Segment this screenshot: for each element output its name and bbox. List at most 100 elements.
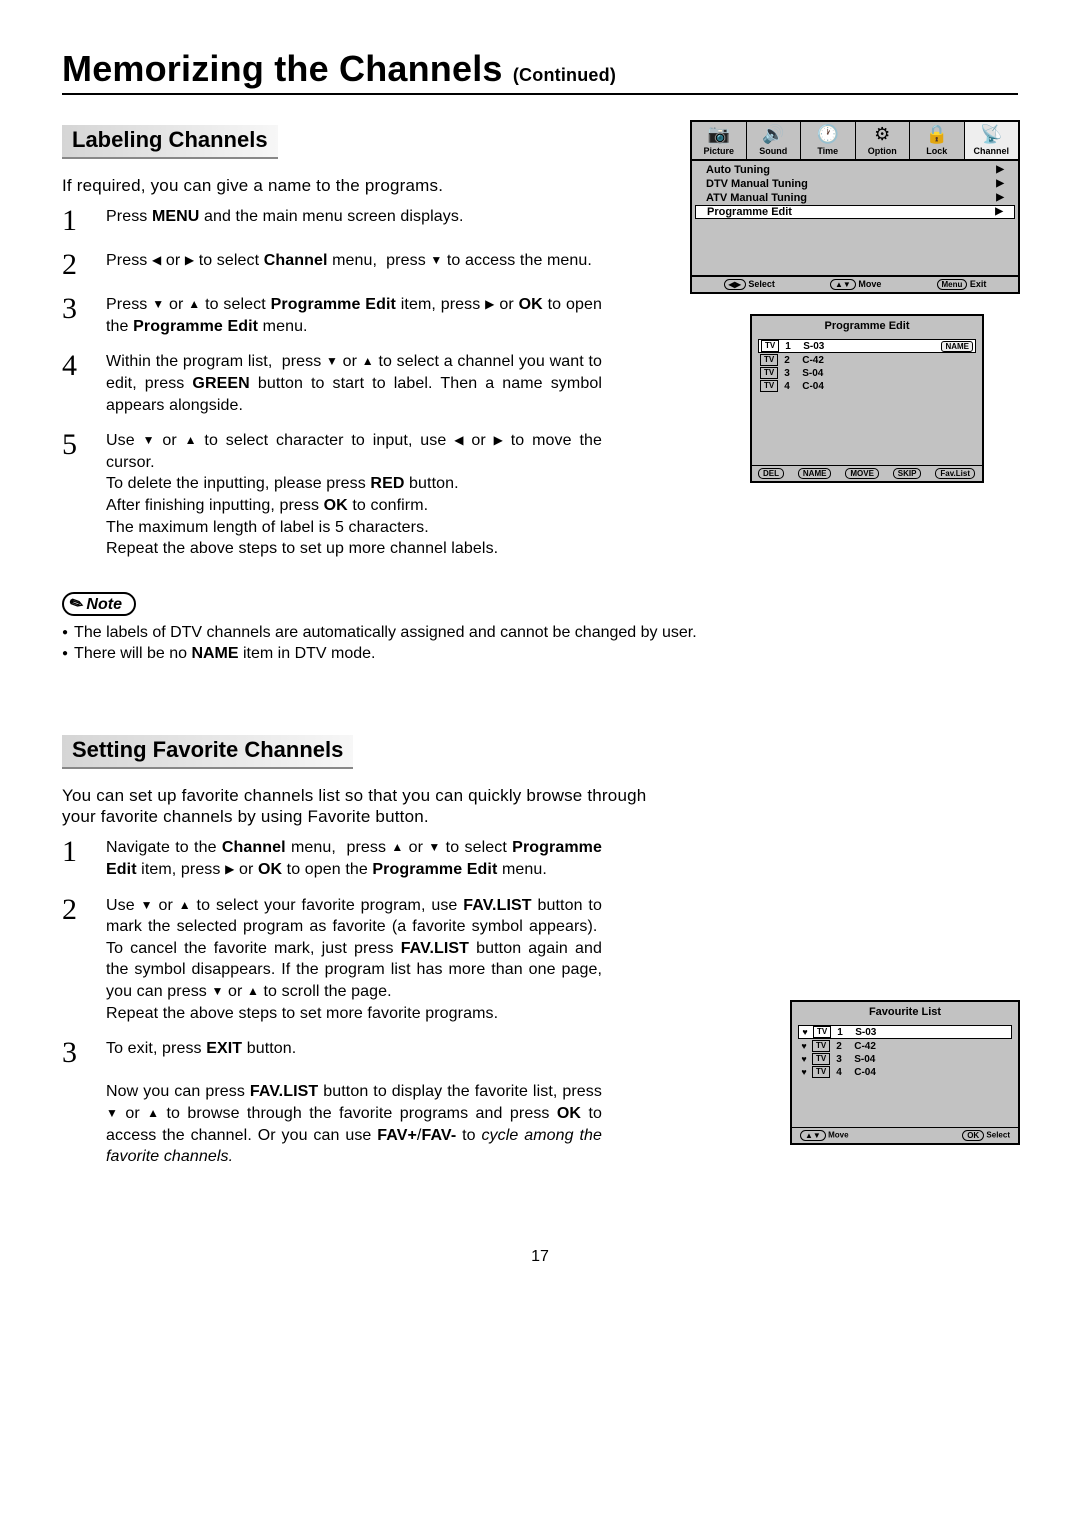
heart-icon: ♥ bbox=[798, 1054, 810, 1064]
hint-move-key: ▲▼ bbox=[830, 279, 856, 290]
step: 1Press MENU and the main menu screen dis… bbox=[62, 206, 602, 236]
step-body: Press MENU and the main menu screen disp… bbox=[106, 206, 464, 228]
step-number: 3 bbox=[62, 294, 106, 324]
osd-button: NAME bbox=[798, 468, 832, 479]
step-body: To exit, press EXIT button.Now you can p… bbox=[106, 1038, 602, 1168]
step-number: 2 bbox=[62, 250, 106, 280]
osd-tab-option: ⚙ Option bbox=[856, 122, 911, 161]
step-number: 4 bbox=[62, 351, 106, 381]
step-number: 1 bbox=[62, 206, 106, 236]
osd-tab-icon: 📷 bbox=[692, 126, 746, 144]
title-main: Memorizing the Channels bbox=[62, 48, 503, 89]
hint-select-key: ◀▶ bbox=[724, 279, 746, 290]
step-number: 2 bbox=[62, 895, 106, 925]
channel-name: S-04 bbox=[854, 1054, 875, 1065]
note-item: The labels of DTV channels are automatic… bbox=[62, 622, 1018, 644]
hint-fav-move-key: ▲▼ bbox=[800, 1130, 826, 1141]
channel-row: TV 1 S-03 NAME bbox=[758, 339, 976, 353]
osd-tab-time: 🕐 Time bbox=[801, 122, 856, 161]
page-number: 17 bbox=[62, 1248, 1018, 1266]
page-title: Memorizing the Channels (Continued) bbox=[62, 48, 1018, 95]
step-body: Use ▼ or ▲ to select character to input,… bbox=[106, 430, 602, 560]
name-button: NAME bbox=[941, 341, 973, 352]
heart-icon: ♥ bbox=[798, 1041, 810, 1051]
osd-row-label: ATV Manual Tuning bbox=[706, 192, 807, 204]
channel-row: TV3S-04 bbox=[758, 367, 976, 379]
title-continued: (Continued) bbox=[513, 65, 616, 85]
step-body: Within the program list, press ▼ or ▲ to… bbox=[106, 351, 602, 416]
osd-fav-title: Favourite List bbox=[792, 1002, 1018, 1024]
step: 4Within the program list, press ▼ or ▲ t… bbox=[62, 351, 602, 416]
channel-number: 1 bbox=[785, 341, 799, 352]
osd-button: SKIP bbox=[893, 468, 922, 479]
osd-previews: 📷Picture🔊Sound🕐Time⚙Option🔒Lock📡Channel … bbox=[690, 120, 1020, 503]
step: 2Press ◀ or ▶ to select Channel menu, pr… bbox=[62, 250, 602, 280]
channel-name: S-03 bbox=[855, 1027, 876, 1038]
osd-tab-lock: 🔒 Lock bbox=[910, 122, 965, 161]
favorite-steps: 1Navigate to the Channel menu, press ▲ o… bbox=[62, 837, 602, 1167]
osd-row: ATV Manual Tuning ▶ bbox=[692, 191, 1018, 205]
osd-progedit-buttons: DEL NAME MOVE SKIP Fav.List bbox=[752, 465, 982, 481]
chevron-right-icon: ▶ bbox=[996, 192, 1004, 204]
channel-name: S-03 bbox=[803, 341, 824, 352]
osd-progedit-list: TV1S-03NAMETV2C-42TV3S-04TV4C-04 bbox=[752, 339, 982, 399]
osd-programme-edit: Programme Edit TV1S-03NAMETV2C-42TV3S-04… bbox=[750, 314, 984, 483]
step: 2Use ▼ or ▲ to select your favorite prog… bbox=[62, 895, 602, 1025]
channel-number: 1 bbox=[837, 1027, 851, 1038]
step-number: 5 bbox=[62, 430, 106, 460]
osd-tab-sound: 🔊Sound bbox=[747, 122, 802, 161]
fav-channel-row: ♥TV3S-04 bbox=[798, 1053, 1012, 1065]
step-body: Navigate to the Channel menu, press ▲ or… bbox=[106, 837, 602, 880]
heart-icon: ♥ bbox=[799, 1027, 811, 1037]
heart-icon: ♥ bbox=[798, 1067, 810, 1077]
tv-badge: TV bbox=[813, 1026, 831, 1038]
step: 3Press ▼ or ▲ to select Programme Edit i… bbox=[62, 294, 602, 337]
osd-row-label: Programme Edit bbox=[707, 206, 792, 218]
osd-tabs: 📷Picture🔊Sound🕐Time⚙Option🔒Lock📡Channel bbox=[692, 122, 1018, 161]
osd-button: MOVE bbox=[845, 468, 879, 479]
osd-fav-list: ♥TV1S-03♥TV2C-42♥TV3S-04♥TV4C-04 bbox=[792, 1025, 1018, 1085]
fav-channel-row: ♥TV4C-04 bbox=[798, 1066, 1012, 1078]
tv-badge: TV bbox=[812, 1040, 830, 1052]
osd-progedit-title: Programme Edit bbox=[752, 316, 982, 338]
favorite-intro: You can set up favorite channels list so… bbox=[62, 785, 662, 828]
osd-tab-label: Lock bbox=[910, 146, 964, 156]
channel-name: C-42 bbox=[802, 355, 824, 366]
channel-row: TV4C-04 bbox=[758, 380, 976, 392]
note-label: Note bbox=[86, 596, 122, 613]
osd-row: Programme Edit▶ bbox=[695, 205, 1015, 219]
tv-badge: TV bbox=[760, 380, 778, 392]
osd-tab-icon: ⚙ bbox=[856, 126, 910, 144]
step-body: Press ◀ or ▶ to select Channel menu, pre… bbox=[106, 250, 592, 272]
labeling-intro: If required, you can give a name to the … bbox=[62, 175, 602, 196]
hint-menu-label: Exit bbox=[970, 279, 987, 289]
osd-tab-label: Option bbox=[856, 146, 910, 156]
hint-fav-ok-label: Select bbox=[986, 1131, 1010, 1140]
osd-tab-icon: 🔊 bbox=[747, 126, 801, 144]
osd-favourite-list: Favourite List ♥TV1S-03♥TV2C-42♥TV3S-04♥… bbox=[790, 1000, 1020, 1145]
osd-channel-menu: 📷Picture🔊Sound🕐Time⚙Option🔒Lock📡Channel … bbox=[690, 120, 1020, 294]
fav-channel-row: ♥TV 1 S-03 bbox=[798, 1025, 1012, 1039]
osd-button: DEL bbox=[758, 468, 784, 479]
fav-channel-row: ♥TV2C-42 bbox=[798, 1040, 1012, 1052]
osd-row-label: DTV Manual Tuning bbox=[706, 178, 808, 190]
hint-move-label: Move bbox=[858, 279, 881, 289]
osd-tab-picture: 📷Picture bbox=[692, 122, 747, 161]
osd-button: Fav.List bbox=[935, 468, 975, 479]
osd-row-label: Auto Tuning bbox=[706, 164, 770, 176]
osd-row: DTV Manual Tuning▶ bbox=[692, 177, 1018, 191]
tv-badge: TV bbox=[761, 340, 779, 352]
osd-tab-icon: 🔒 bbox=[910, 126, 964, 144]
channel-number: 4 bbox=[836, 1067, 850, 1078]
hint-select-label: Select bbox=[748, 279, 775, 289]
osd-fav-hints: ▲▼ Move OK Select bbox=[792, 1127, 1018, 1143]
osd-tab-label: Time bbox=[801, 146, 855, 156]
osd-tab-icon: 🕐 bbox=[801, 126, 855, 144]
channel-number: 2 bbox=[836, 1041, 850, 1052]
hint-fav-move-label: Move bbox=[828, 1131, 848, 1140]
tv-badge: TV bbox=[760, 354, 778, 366]
labeling-steps: 1Press MENU and the main menu screen dis… bbox=[62, 206, 602, 560]
osd-hints: ◀▶ Select ▲▼ Move Menu Exit bbox=[692, 275, 1018, 292]
step: 3To exit, press EXIT button.Now you can … bbox=[62, 1038, 602, 1168]
channel-name: S-04 bbox=[802, 368, 823, 379]
